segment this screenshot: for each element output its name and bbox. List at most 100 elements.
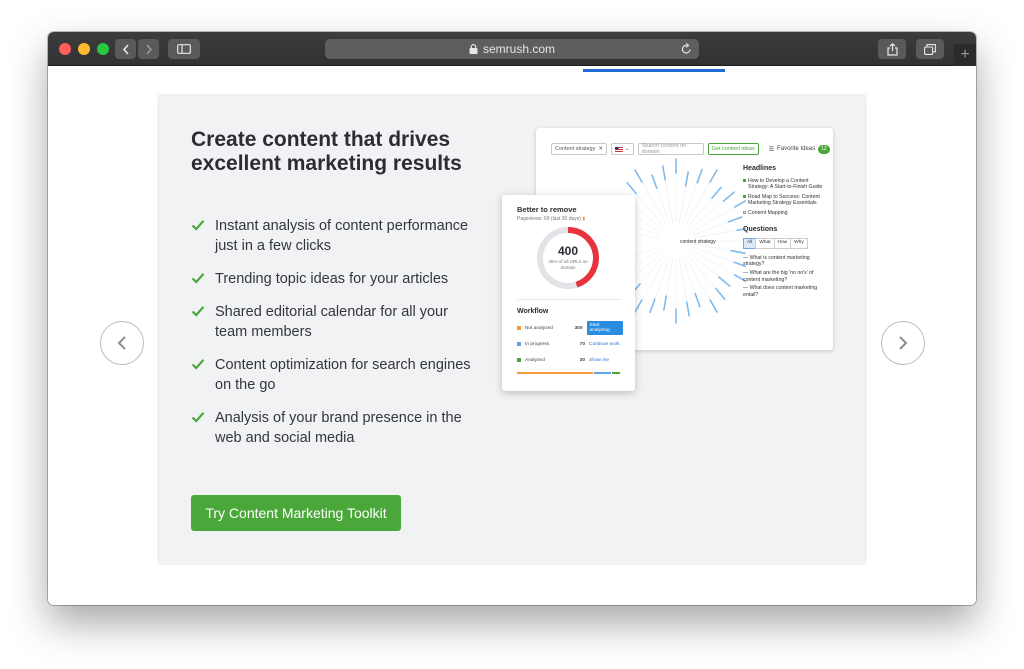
feature-item: Shared editorial calendar for all your t… xyxy=(191,302,481,342)
status-dot xyxy=(517,358,521,362)
address-url: semrush.com xyxy=(482,42,556,56)
browser-window: semrush.com + Create content that drives… xyxy=(48,32,976,605)
illustration-toolbar: Content strategy ✕ ⌄ Search content on d… xyxy=(551,143,830,155)
question-tab-all: All xyxy=(743,238,757,249)
new-tab-button[interactable]: + xyxy=(954,44,976,66)
mind-map-topic-marker xyxy=(715,287,726,301)
question-tab-why: Why xyxy=(790,238,808,249)
mind-map-topic-marker xyxy=(626,181,637,195)
zoom-window-button[interactable] xyxy=(97,43,109,55)
workflow-row-count: 30 xyxy=(579,357,585,363)
headline-marker-icon xyxy=(743,178,746,182)
forward-button[interactable] xyxy=(138,39,159,59)
feature-text: Analysis of your brand presence in the w… xyxy=(215,410,462,446)
mind-map-topic-marker xyxy=(694,292,701,308)
workflow-row: Not analyzed 300 Start analyzing xyxy=(517,321,623,335)
topic-chip: Content strategy ✕ xyxy=(551,143,607,155)
feature-list: Instant analysis of content performance … xyxy=(191,216,481,461)
mind-map-topic-marker xyxy=(696,168,703,184)
workflow-row: Analyzed 30 Show me xyxy=(517,355,623,365)
check-icon xyxy=(191,359,205,370)
list-icon: ☰ xyxy=(768,146,775,153)
promo-card: Create content that drives excellent mar… xyxy=(157,94,867,565)
mind-map-topic-marker xyxy=(634,299,643,313)
workflow-row: In progress 70 Continue work xyxy=(517,339,623,349)
share-button[interactable] xyxy=(878,39,906,59)
chevron-right-icon xyxy=(899,336,908,350)
address-bar[interactable]: semrush.com xyxy=(325,39,699,59)
tabs-overview-button[interactable] xyxy=(916,39,944,59)
carousel-next-button[interactable] xyxy=(881,321,925,365)
mind-map-topic-marker xyxy=(685,301,690,317)
sidebar-toggle-button[interactable] xyxy=(168,39,200,59)
status-dot xyxy=(517,326,521,330)
country-select: ⌄ xyxy=(610,143,634,155)
feature-text: Content optimization for search engines … xyxy=(215,357,471,393)
feature-item: Content optimization for search engines … xyxy=(191,355,481,395)
audit-subtitle-text: Pageviews: 69 (last 30 days) xyxy=(517,216,581,222)
feature-text: Trending topic ideas for your articles xyxy=(215,271,449,287)
continue-work-link: Continue work xyxy=(589,341,620,347)
chevron-left-icon xyxy=(122,43,129,55)
progress-segment-in-progress xyxy=(593,372,612,374)
question-tab-what: What xyxy=(755,238,775,249)
mind-map-topic-marker xyxy=(649,298,656,314)
check-icon xyxy=(191,306,205,317)
minimize-window-button[interactable] xyxy=(78,43,90,55)
mind-map-topic-marker xyxy=(709,299,718,313)
topic-chip-label: Content strategy xyxy=(555,146,596,152)
close-icon: ✕ xyxy=(598,146,603,152)
mind-map-topic-marker xyxy=(684,171,689,187)
workflow-title: Workflow xyxy=(517,308,549,315)
chevron-left-icon xyxy=(117,336,126,350)
headline-marker-icon xyxy=(743,210,746,214)
get-ideas-button: Get content ideas xyxy=(707,143,759,155)
mind-map-center-label: content strategy xyxy=(680,239,716,245)
audit-subtitle: Pageviews: 69 (last 30 days) ▮ xyxy=(517,216,585,222)
favorite-ideas-label: Favorite Ideas xyxy=(777,146,816,152)
headlines-title: Headlines xyxy=(743,165,777,172)
headline-text: Road Map to Success: Content Marketing S… xyxy=(748,193,820,207)
lock-icon xyxy=(469,44,478,54)
question-tab-how: How xyxy=(773,238,792,249)
ideas-panel: Headlines How to Develop a Content Strat… xyxy=(743,165,825,300)
domain-search-input: Search content on domain xyxy=(637,143,704,155)
mind-map-topic-marker xyxy=(634,169,643,183)
progress-segment-not-analyzed xyxy=(517,372,593,374)
workflow-row-count: 70 xyxy=(579,341,585,347)
mind-map-topic-marker xyxy=(727,216,743,223)
feature-text: Shared editorial calendar for all your t… xyxy=(215,304,448,340)
check-icon xyxy=(191,273,205,284)
tabs-icon xyxy=(924,43,936,55)
bar-chart-icon: ▮ xyxy=(582,216,586,222)
feature-item: Analysis of your brand presence in the w… xyxy=(191,408,481,448)
try-toolkit-button[interactable]: Try Content Marketing Toolkit xyxy=(191,495,401,531)
share-icon xyxy=(886,42,898,56)
carousel-prev-button[interactable] xyxy=(100,321,144,365)
questions-title: Questions xyxy=(743,225,778,233)
question-item: — What is content marketing strategy? xyxy=(743,254,810,268)
workflow-row-label: In progress xyxy=(525,341,549,347)
workflow-row-label: Not analyzed xyxy=(524,325,553,331)
audit-donut-chart xyxy=(537,227,599,289)
back-button[interactable] xyxy=(115,39,136,59)
plus-icon: + xyxy=(960,46,970,63)
mind-map-topic-marker xyxy=(651,174,658,190)
page-content: Create content that drives excellent mar… xyxy=(48,66,976,605)
headline-item: How to Develop a Content Strategy: A Sta… xyxy=(743,178,825,191)
browser-toolbar: semrush.com + xyxy=(48,32,976,66)
favorite-count-badge: 12 xyxy=(818,144,830,154)
reload-icon[interactable] xyxy=(681,43,692,55)
question-item: — What are the big 'no no's' of content … xyxy=(743,269,814,283)
check-icon xyxy=(191,412,205,423)
workflow-progress-bar xyxy=(517,372,620,374)
mind-map-topic-marker xyxy=(709,169,718,183)
close-window-button[interactable] xyxy=(59,43,71,55)
active-tab-indicator xyxy=(583,69,725,72)
mind-map-topic-marker xyxy=(718,276,731,287)
check-icon xyxy=(191,220,205,231)
audit-value: 400 xyxy=(557,244,579,258)
chevron-down-icon: ⌄ xyxy=(624,146,630,152)
start-analyzing-button: Start analyzing xyxy=(586,321,623,335)
workflow-row-count: 300 xyxy=(574,325,583,331)
